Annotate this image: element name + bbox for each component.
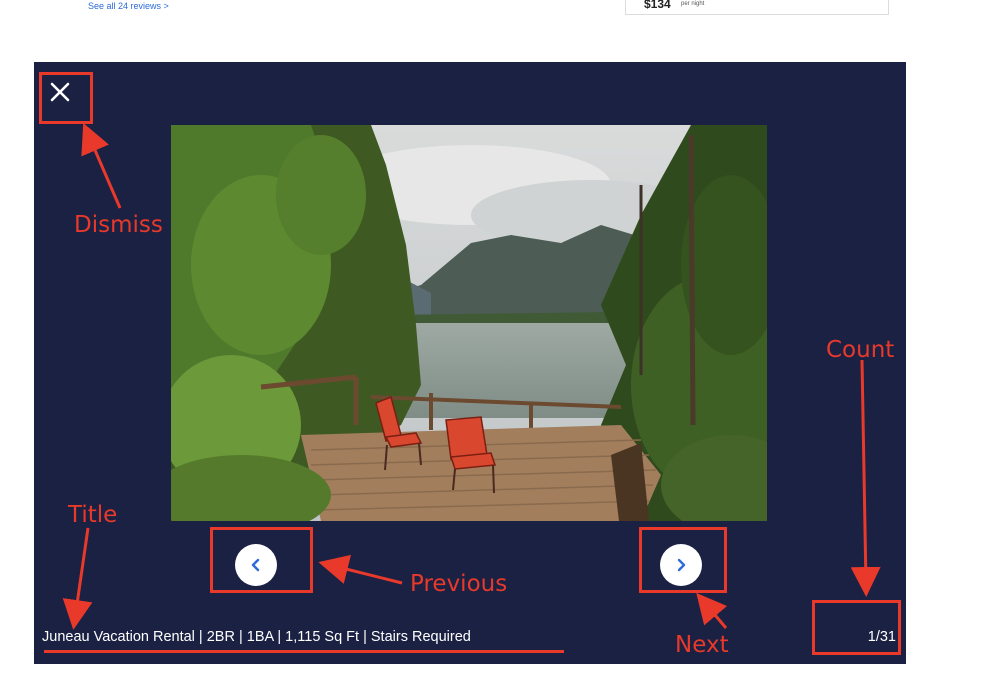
annotation-arrows (62, 122, 881, 630)
dismiss-arrow (81, 122, 122, 209)
next-arrow (696, 592, 728, 629)
count-arrow (850, 359, 881, 597)
title-arrow (62, 527, 93, 630)
previous-arrow (318, 554, 403, 585)
